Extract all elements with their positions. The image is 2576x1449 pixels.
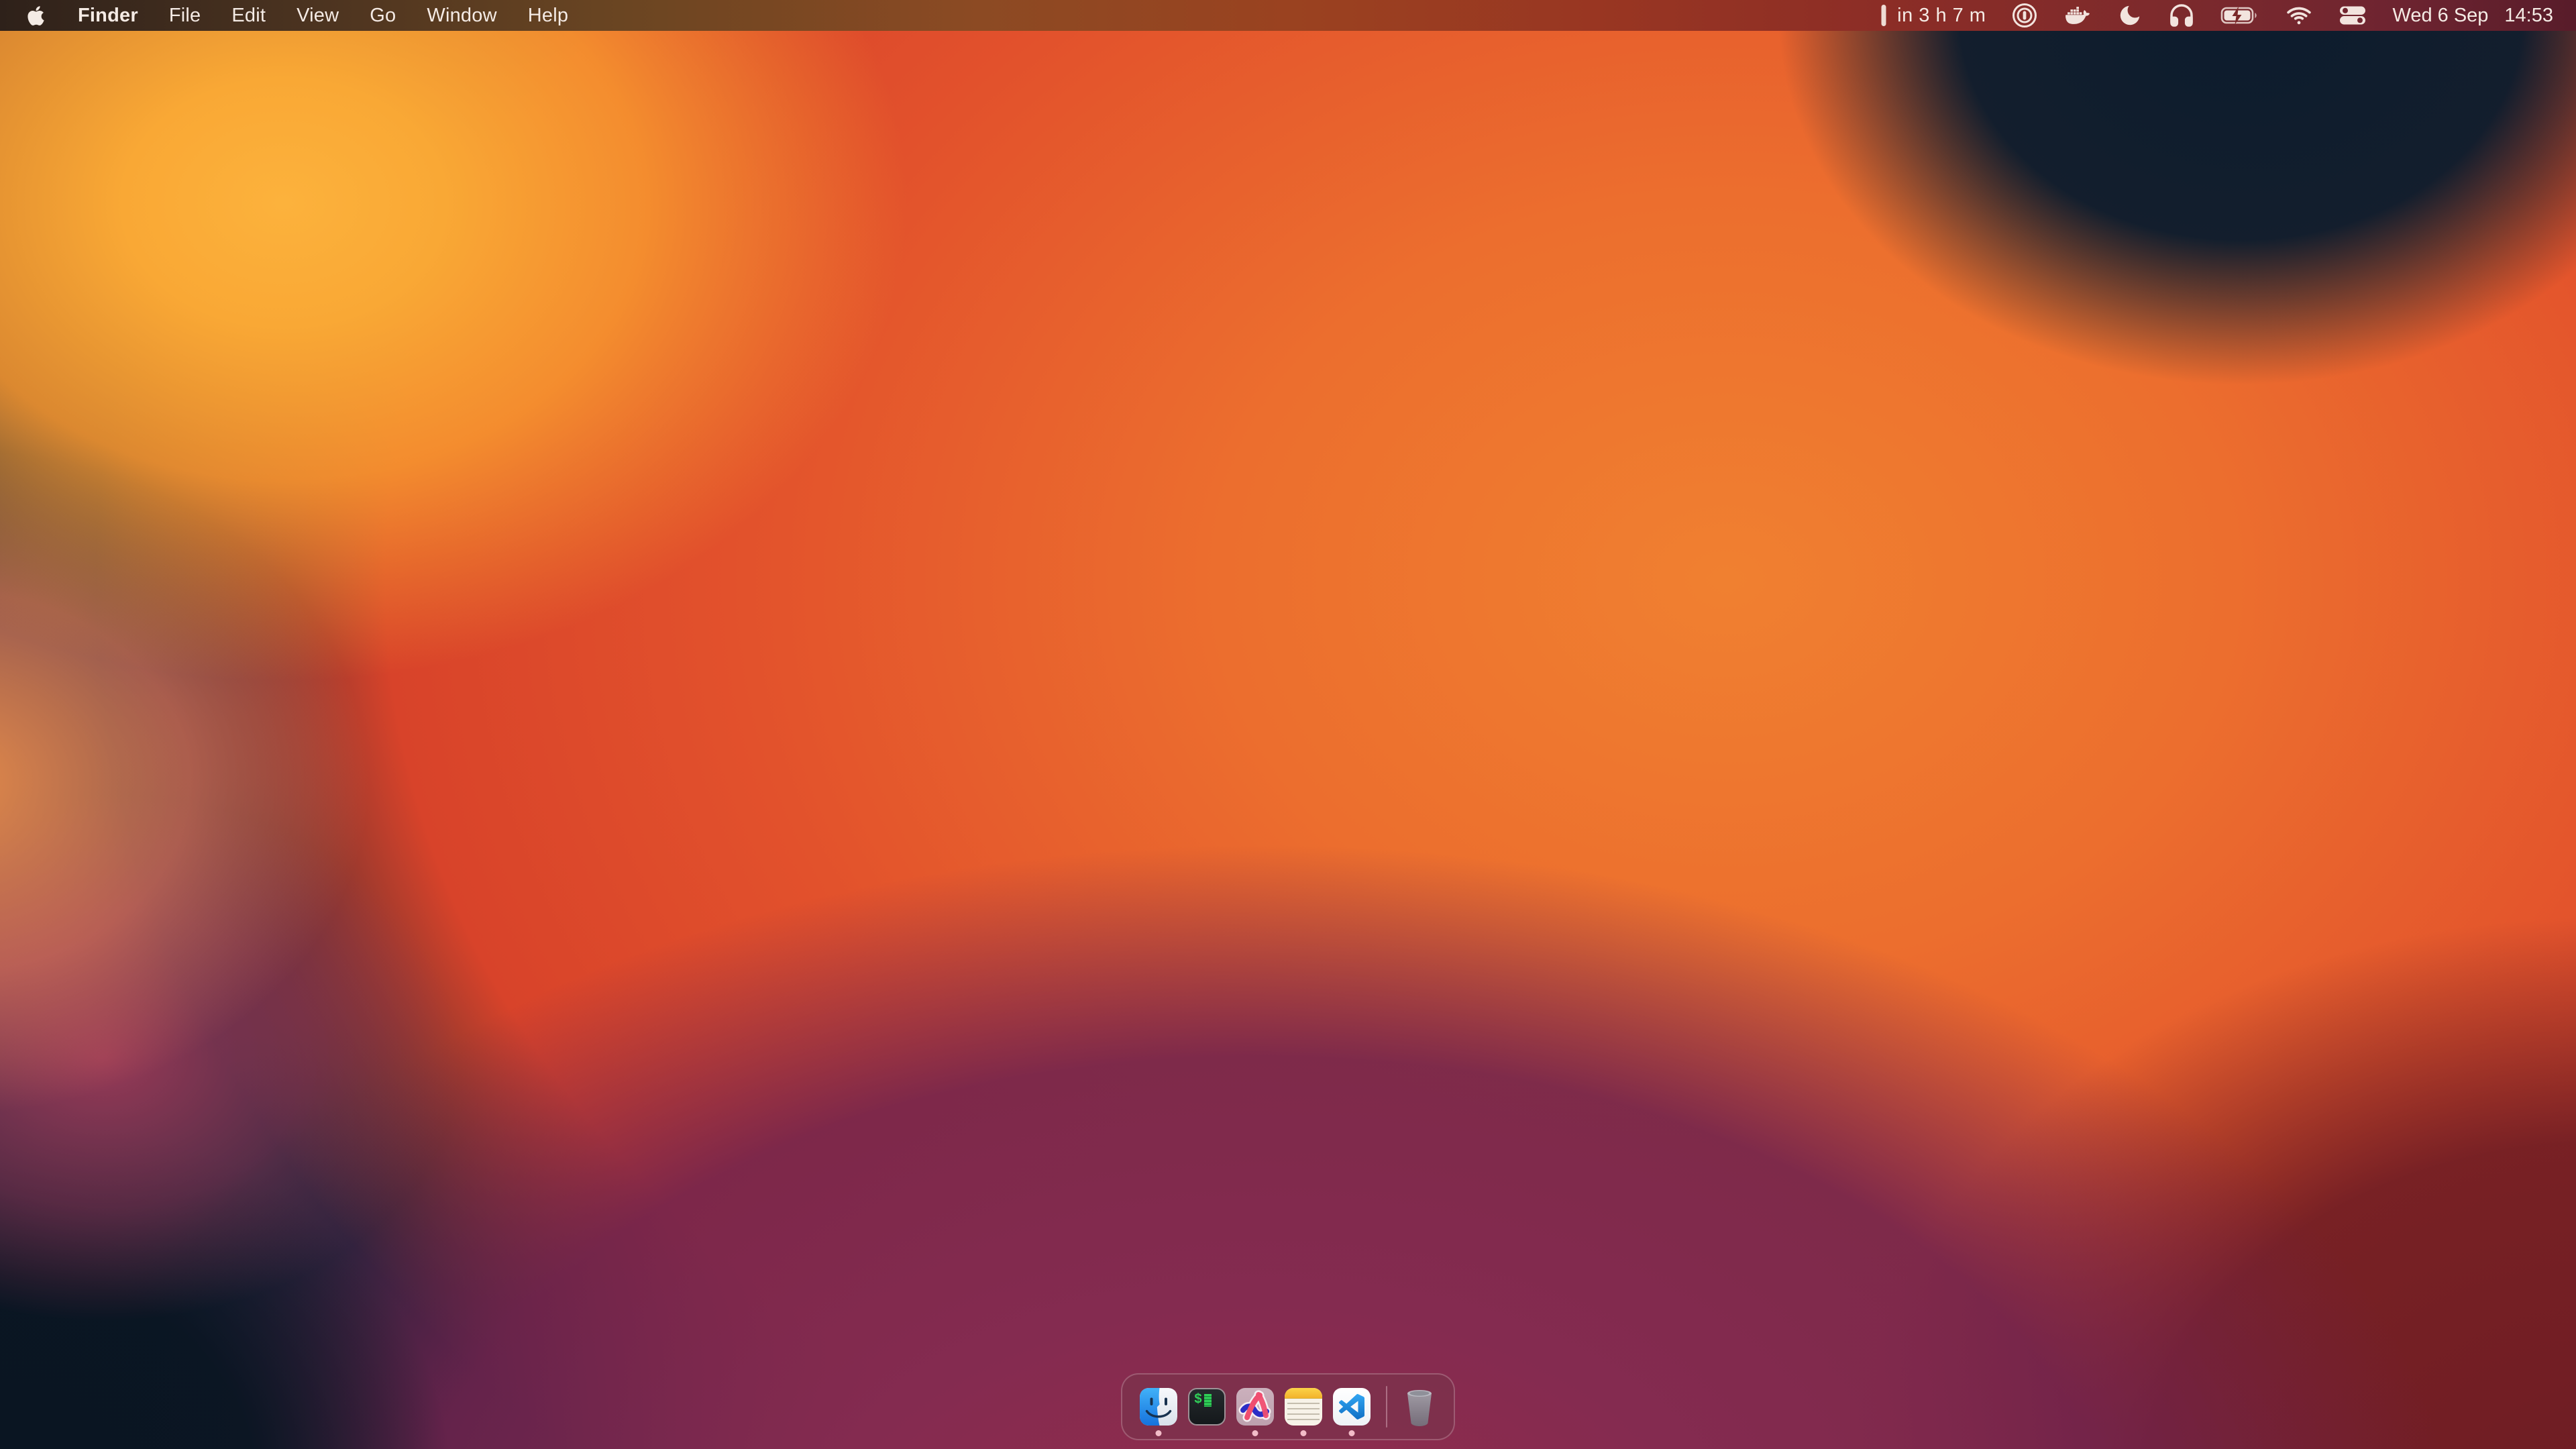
menu-file[interactable]: File	[154, 0, 217, 31]
menu-bar-clock[interactable]: Wed 6 Sep 14:53	[2392, 5, 2553, 27]
trash-basket-icon	[1403, 1387, 1436, 1426]
docker-whale-icon	[2063, 3, 2092, 28]
keyhole-circle-icon	[2011, 2, 2038, 29]
dock-item-arc[interactable]	[1236, 1373, 1274, 1440]
finder-icon	[1140, 1388, 1177, 1426]
apple-menu[interactable]	[27, 5, 45, 27]
control-center-icon	[2339, 5, 2367, 25]
dock-divider	[1386, 1386, 1387, 1428]
moon-icon	[2117, 3, 2143, 28]
terminal-prompt: $	[1194, 1393, 1212, 1407]
dock-item-vscode[interactable]	[1333, 1373, 1371, 1440]
status-control-center[interactable]	[2339, 5, 2367, 25]
vscode-icon	[1333, 1388, 1371, 1426]
notes-header-band	[1285, 1388, 1322, 1399]
caffeine-timer-text: in 3 h 7 m	[1897, 5, 1986, 27]
running-indicator	[1156, 1430, 1162, 1436]
status-password-manager[interactable]	[2011, 2, 2038, 29]
notes-icon	[1285, 1388, 1322, 1426]
clock-date: Wed 6 Sep	[2392, 5, 2488, 27]
menu-view[interactable]: View	[281, 0, 354, 31]
menu-edit[interactable]: Edit	[216, 0, 281, 31]
status-wifi[interactable]	[2285, 3, 2313, 28]
dock: $	[1121, 1373, 1455, 1440]
dock-item-finder[interactable]	[1140, 1373, 1177, 1440]
terminal-cursor-block	[1204, 1394, 1212, 1407]
menu-help[interactable]: Help	[513, 0, 584, 31]
notes-ruled-lines	[1287, 1403, 1320, 1423]
running-indicator	[1252, 1430, 1258, 1436]
status-caffeine-timer[interactable]: in 3 h 7 m	[1880, 3, 1986, 28]
clock-time: 14:53	[2504, 5, 2553, 27]
arc-a-ribbon-icon	[1236, 1388, 1274, 1426]
menu-window[interactable]: Window	[411, 0, 512, 31]
status-audio-output[interactable]	[2168, 2, 2195, 29]
desktop-wallpaper	[0, 0, 2576, 1449]
status-battery[interactable]	[2220, 5, 2259, 25]
running-indicator	[1301, 1430, 1307, 1436]
wifi-icon	[2285, 3, 2313, 28]
menu-go[interactable]: Go	[354, 0, 411, 31]
menu-bar: Finder File Edit View Go Window Help in …	[0, 0, 2576, 31]
battery-charging-icon	[2220, 5, 2259, 25]
menu-bar-status: in 3 h 7 m	[1880, 0, 2576, 31]
terminal-icon: $	[1188, 1388, 1226, 1426]
apple-logo-icon	[27, 5, 45, 27]
menu-bar-menus: Finder File Edit View Go Window Help	[0, 0, 584, 31]
status-focus-mode[interactable]	[2117, 3, 2143, 28]
dock-item-terminal[interactable]: $	[1188, 1373, 1226, 1440]
menu-finder[interactable]: Finder	[62, 0, 154, 31]
dock-item-notes[interactable]	[1285, 1373, 1322, 1440]
status-docker[interactable]	[2063, 3, 2092, 28]
running-indicator	[1349, 1430, 1355, 1436]
dock-item-trash[interactable]	[1403, 1373, 1436, 1440]
vertical-bar-icon	[1880, 3, 1888, 28]
headphones-icon	[2168, 2, 2195, 29]
